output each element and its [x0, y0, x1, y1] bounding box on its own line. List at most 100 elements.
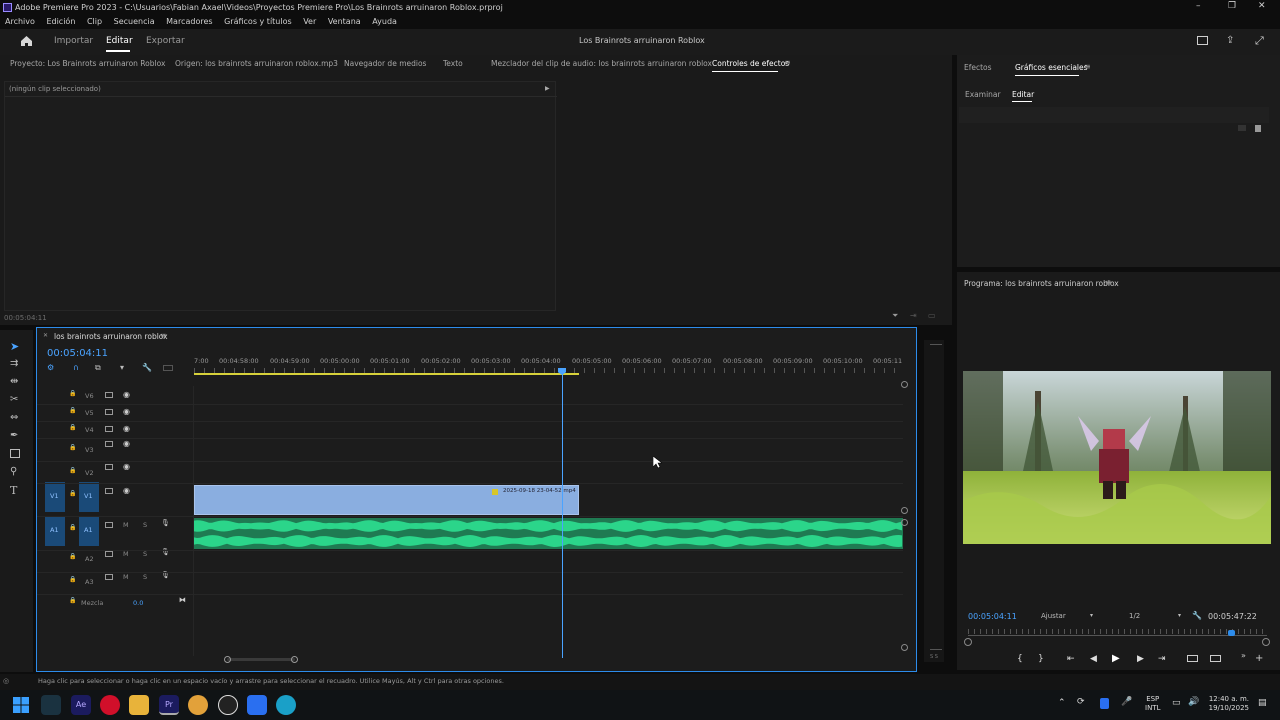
sync-lock-icon[interactable]	[105, 464, 113, 470]
panel-menu-icon[interactable]: ≡	[784, 58, 791, 67]
program-timecode[interactable]: 00:05:04:11	[968, 612, 1017, 621]
lock-icon[interactable]: 🔒	[69, 597, 76, 604]
mark-in-icon[interactable]: {	[1017, 654, 1023, 664]
slip-tool-icon[interactable]: ⇔	[10, 412, 18, 423]
scrub-right-handle[interactable]	[1262, 638, 1270, 646]
pen-tool-icon[interactable]: ✒	[10, 430, 18, 441]
eye-icon[interactable]: ◉	[123, 390, 130, 399]
menu-clip[interactable]: Clip	[87, 17, 102, 26]
premiere-pro-icon[interactable]: Pr	[159, 695, 179, 715]
home-icon[interactable]	[20, 35, 33, 47]
subtab-editar[interactable]: Editar	[1012, 90, 1034, 99]
windows-start-icon[interactable]	[13, 697, 29, 713]
zoom-right-handle[interactable]	[291, 656, 298, 663]
linked-selection-icon[interactable]: ⧉	[95, 363, 101, 373]
go-to-out-icon[interactable]: ⇥	[1158, 654, 1166, 664]
tab-editar[interactable]: Editar	[106, 36, 133, 46]
mix-value[interactable]: 0.0	[133, 599, 143, 607]
add-button-icon[interactable]: +	[1255, 653, 1263, 664]
sync-lock-icon[interactable]	[105, 488, 113, 494]
lift-icon[interactable]	[1187, 655, 1198, 662]
razor-tool-icon[interactable]: ✂	[10, 394, 18, 405]
program-playhead[interactable]	[1228, 630, 1236, 636]
audio-clip[interactable]	[194, 518, 903, 549]
mark-out-icon[interactable]: }	[1038, 654, 1044, 664]
menu-ver[interactable]: Ver	[303, 17, 316, 26]
sync-lock-icon[interactable]	[105, 551, 113, 557]
panel-menu-icon[interactable]: ≡	[1105, 278, 1112, 287]
folder-icon[interactable]	[1238, 125, 1246, 131]
clock[interactable]: 12:40 a. m. 19/10/2025	[1205, 695, 1249, 713]
tab-importar[interactable]: Importar	[54, 36, 93, 46]
ripple-edit-tool-icon[interactable]: ⇹	[10, 376, 18, 387]
settings-icon[interactable]: ▭	[928, 311, 936, 320]
eye-icon[interactable]: ◉	[123, 439, 130, 448]
timeline-zoom-scrollbar[interactable]	[227, 658, 295, 661]
menu-ventana[interactable]: Ventana	[328, 17, 361, 26]
subtab-examinar[interactable]: Examinar	[965, 90, 1001, 99]
eye-icon[interactable]: ◉	[123, 424, 130, 433]
lock-icon[interactable]: 🔒	[69, 390, 76, 397]
workspaces-icon[interactable]	[1197, 36, 1208, 45]
lock-icon[interactable]: 🔒	[69, 576, 76, 583]
edge-icon[interactable]	[276, 695, 296, 715]
lock-icon[interactable]: 🔒	[69, 407, 76, 414]
tab-graficos-esenciales[interactable]: Gráficos esenciales	[1015, 63, 1088, 72]
sync-lock-icon[interactable]	[105, 522, 113, 528]
track-target-v1[interactable]: V1	[79, 482, 99, 512]
sync-lock-icon[interactable]	[105, 392, 113, 398]
sync-icon[interactable]: ⟳	[1077, 697, 1085, 707]
microphone-icon[interactable]: 🎙	[161, 519, 170, 527]
microphone-icon[interactable]: 🎤	[1121, 697, 1132, 707]
eye-icon[interactable]: ◉	[123, 407, 130, 416]
panel-menu-icon[interactable]: ≡	[160, 331, 167, 340]
source-patch-v1[interactable]: V1	[45, 482, 65, 512]
menu-edicion[interactable]: Edición	[46, 17, 75, 26]
vertical-zoom-handle[interactable]	[901, 381, 908, 388]
step-forward-icon[interactable]: ▶	[1137, 654, 1144, 664]
tab-proyecto[interactable]: Proyecto: Los Brainrots arruinaron Roblo…	[10, 59, 165, 68]
menu-marcadores[interactable]: Marcadores	[166, 17, 212, 26]
tab-mezclador[interactable]: Mezclador del clip de audio: los brainro…	[491, 59, 712, 68]
timeline-timecode[interactable]: 00:05:04:11	[47, 348, 108, 359]
mix-meter-icon[interactable]: ⧓	[179, 596, 186, 604]
track-resize-handle[interactable]	[901, 519, 908, 526]
more-controls-icon[interactable]: »	[1241, 651, 1246, 660]
meter-solo-label[interactable]: S S	[930, 654, 938, 660]
source-patch-a1[interactable]: A1	[45, 516, 65, 546]
type-tool-icon[interactable]: T	[10, 484, 17, 497]
browser-icon[interactable]	[188, 695, 208, 715]
chevron-up-icon[interactable]: ⌃	[1058, 698, 1066, 708]
sync-lock-icon[interactable]	[105, 426, 113, 432]
track-target-a1[interactable]: A1	[79, 516, 99, 546]
lock-icon[interactable]: 🔒	[69, 490, 76, 497]
track-resize-handle[interactable]	[901, 507, 908, 514]
filter-icon[interactable]: ⏷	[892, 311, 898, 321]
eye-icon[interactable]: ◉	[123, 486, 130, 495]
menu-secuencia[interactable]: Secuencia	[114, 17, 155, 26]
panel-menu-icon[interactable]: ≡	[1084, 62, 1091, 71]
sequence-tab[interactable]: los brainrots arruinaron roblox	[54, 332, 168, 341]
solo-button[interactable]: S	[143, 573, 147, 581]
tab-efectos[interactable]: Efectos	[964, 63, 992, 72]
selection-tool-icon[interactable]: ➤	[10, 340, 19, 353]
mute-button[interactable]: M	[123, 573, 129, 581]
tab-exportar[interactable]: Exportar	[146, 36, 185, 46]
go-to-in-icon[interactable]: ⇤	[1067, 654, 1075, 664]
zoom-left-handle[interactable]	[224, 656, 231, 663]
work-area-bar[interactable]	[194, 373, 579, 375]
app-icon[interactable]	[218, 695, 238, 715]
tab-controles-efectos[interactable]: Controles de efectos	[712, 59, 789, 68]
fullscreen-icon[interactable]: ⤢	[1255, 34, 1264, 48]
export-frame-icon[interactable]: ⇥	[910, 311, 917, 320]
quality-dropdown[interactable]: 1/2 ▾	[1129, 612, 1181, 620]
expand-arrow-icon[interactable]: ▶	[545, 85, 550, 92]
sync-lock-icon[interactable]	[105, 574, 113, 580]
mute-button[interactable]: M	[123, 521, 129, 529]
menu-ayuda[interactable]: Ayuda	[372, 17, 397, 26]
mute-button[interactable]: M	[123, 550, 129, 558]
nest-icon[interactable]: ⚙	[47, 363, 54, 372]
timeline-playhead[interactable]	[562, 373, 563, 658]
solo-button[interactable]: S	[143, 550, 147, 558]
step-back-icon[interactable]: ◀	[1090, 654, 1097, 664]
